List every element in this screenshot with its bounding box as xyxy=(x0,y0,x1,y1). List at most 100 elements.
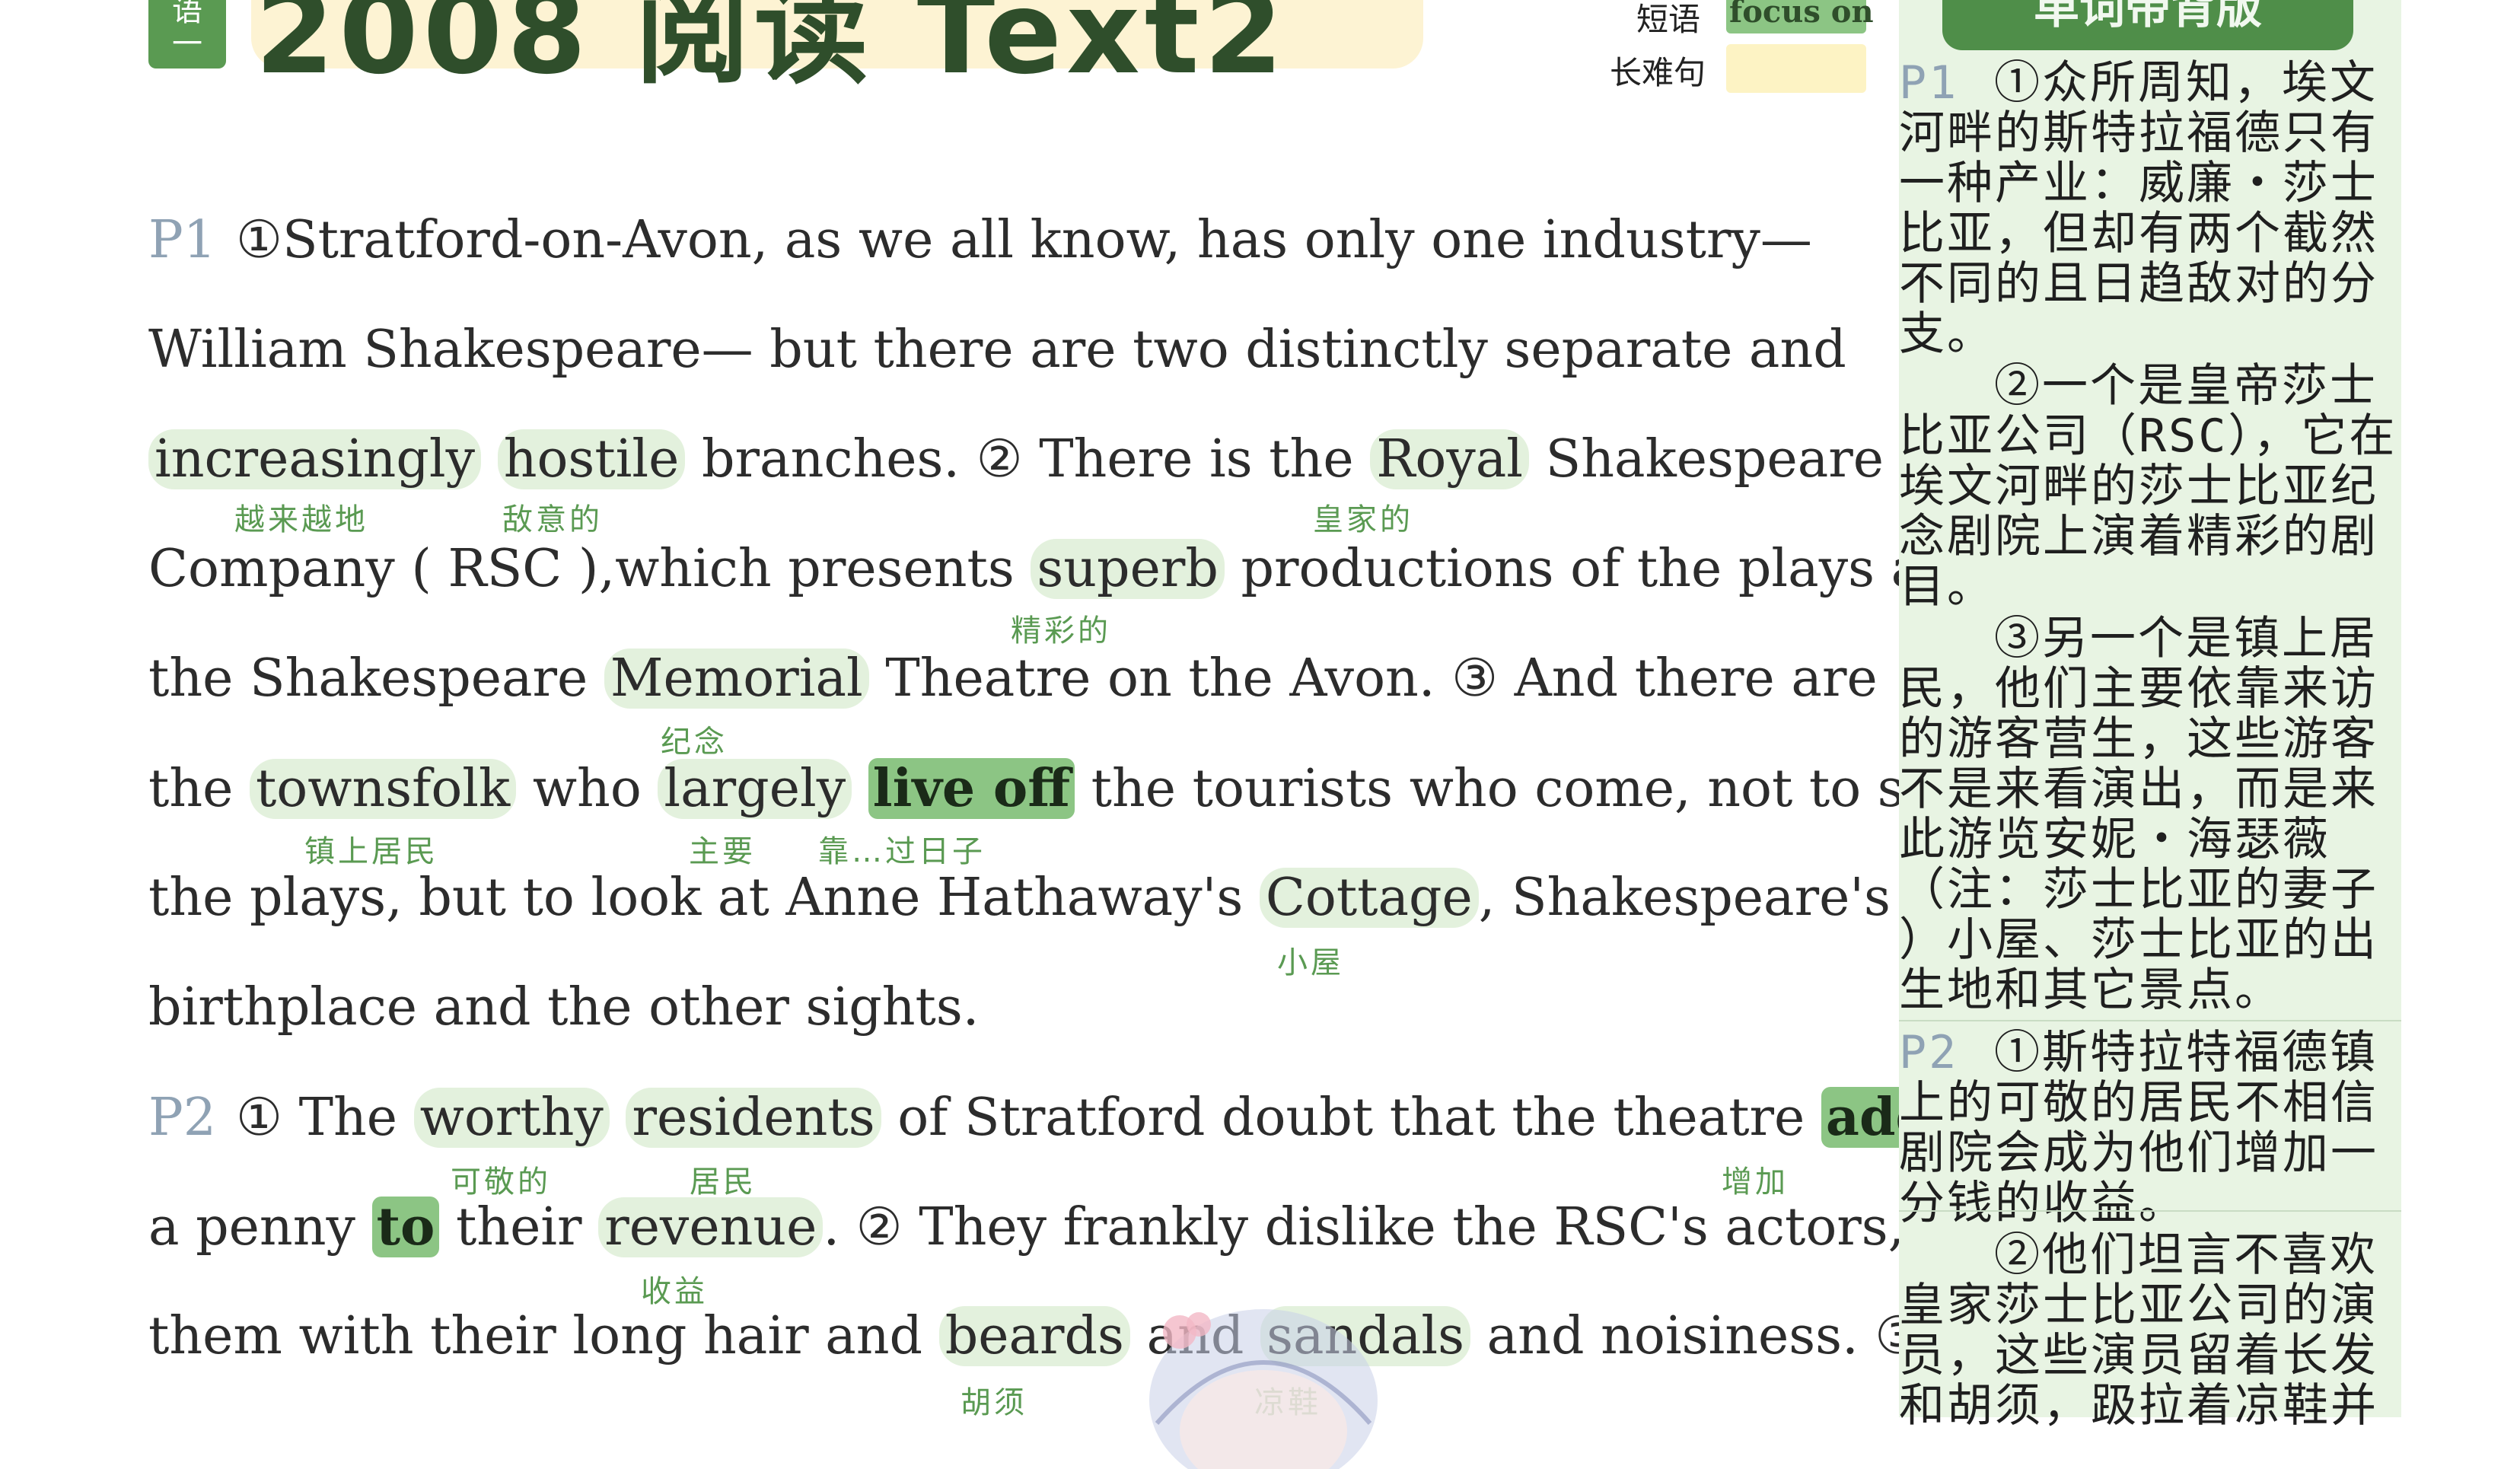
translation-line: 剧院会成为他们增加一 xyxy=(1899,1126,2378,1180)
phrase-live-off[interactable]: live off xyxy=(868,758,1075,819)
legend-phrase-example: focus on xyxy=(1729,0,1874,30)
translation-line: ①斯特拉特福德镇 xyxy=(1994,1026,2378,1079)
vocab-townsfolk[interactable]: townsfolk xyxy=(249,759,517,819)
note-adds: 增加 xyxy=(1722,1165,1789,1200)
legend-phrase-swatch: focus on xyxy=(1726,0,1874,33)
text-run: the plays, but to look at Anne Hathaway'… xyxy=(148,868,1260,928)
translation-line: 念剧院上演着精彩的剧 xyxy=(1899,510,2378,563)
vocab-hostile[interactable]: hostile xyxy=(497,429,686,489)
text-run: the tourists who come, not to see xyxy=(1075,759,1966,819)
paragraph-label-p1: P1 xyxy=(148,210,217,270)
note-worthy: 可敬的 xyxy=(451,1165,551,1200)
translation-line: ）小屋、莎士比亚的出 xyxy=(1899,913,2378,967)
note-residents: 居民 xyxy=(690,1165,757,1200)
vocab-largely[interactable]: largely xyxy=(658,759,852,819)
translation-line: ①众所周知，埃文 xyxy=(1994,56,2378,110)
note-largely: 主要 xyxy=(689,834,756,869)
text-line-5: the Shakespeare Memorial Theatre on the … xyxy=(148,648,1878,709)
translation-line: 上的可敬的居民不相信 xyxy=(1899,1076,2378,1130)
translation-line: 生地和其它景点。 xyxy=(1899,964,2283,1017)
text-run: ① The xyxy=(236,1088,414,1148)
text-run: them with their long hair and xyxy=(148,1306,939,1366)
vocab-increasingly[interactable]: increasingly xyxy=(148,429,482,489)
text-line-3: increasingly hostile branches. ② There i… xyxy=(148,429,1884,490)
text-run: , Shakespeare's xyxy=(1478,868,1891,928)
page-title: 2008 阅读 Text2 xyxy=(255,0,1288,100)
text-line-2: William Shakespeare— but there are two d… xyxy=(148,320,1846,380)
text-run: a penny xyxy=(148,1197,372,1257)
vocab-worthy[interactable]: worthy xyxy=(413,1088,610,1148)
sentence-divider xyxy=(1899,1210,2401,1212)
text-run: branches. ② There is the xyxy=(685,429,1371,489)
text-run: productions of the plays at xyxy=(1224,539,1943,599)
vocab-memorial[interactable]: Memorial xyxy=(604,648,869,709)
translation-p1-label: P1 xyxy=(1899,56,1959,110)
vocab-superb[interactable]: superb xyxy=(1031,539,1225,599)
note-beards: 胡须 xyxy=(961,1385,1027,1420)
text-run: . ② They frankly dislike the RSC's actor… xyxy=(823,1197,1905,1257)
text-line-6: the townsfolk who largely live off the t… xyxy=(148,758,1965,820)
translation-line: 分钱的收益。 xyxy=(1899,1177,2187,1230)
translation-line: 埃文河畔的莎士比亚纪 xyxy=(1899,460,2378,513)
vocab-version-button[interactable]: 单词带背版 xyxy=(1942,0,2353,50)
translation-line: 民，他们主要依靠来访 xyxy=(1899,662,2378,715)
translation-line: 一种产业：威廉・莎士 xyxy=(1899,157,2378,210)
note-royal: 皇家的 xyxy=(1313,502,1413,537)
text-line-11: them with their long hair and beards and… xyxy=(148,1306,1921,1367)
note-cottage: 小屋 xyxy=(1277,945,1344,980)
paragraph-divider xyxy=(1899,1020,2401,1021)
text-run: who xyxy=(516,759,658,819)
text-run: and noisiness. ③ xyxy=(1470,1306,1922,1366)
section-tag: 语 一 xyxy=(148,0,226,69)
translation-line: 比亚公司（RSC），它在 xyxy=(1899,409,2397,463)
translation-line: 皇家莎士比亚公司的演 xyxy=(1899,1279,2378,1332)
text-run: of Stratford doubt that the theatre xyxy=(881,1088,1821,1148)
translation-line: ②一个是皇帝莎士 xyxy=(1994,359,2378,413)
translation-line: ③另一个是镇上居 xyxy=(1994,612,2378,665)
note-increasingly: 越来越地 xyxy=(234,502,368,537)
legend-sentence-label: 长难句 xyxy=(1610,54,1706,91)
text-line-10: a penny to their revenue. ② They frankly… xyxy=(148,1197,1904,1258)
vocab-royal[interactable]: Royal xyxy=(1370,429,1530,489)
note-memorial: 纪念 xyxy=(661,725,728,760)
text-run: ①Stratford-on-Avon, as we all know, has … xyxy=(236,210,1812,270)
text-run: the Shakespeare xyxy=(148,648,604,709)
text-run: the xyxy=(148,759,250,819)
note-superb: 精彩的 xyxy=(1011,613,1111,648)
phrase-adds-to-part2[interactable]: to xyxy=(371,1197,440,1257)
translation-line: ②他们坦言不喜欢 xyxy=(1994,1228,2378,1282)
text-run: their xyxy=(439,1197,599,1257)
section-tag-label: 语 一 xyxy=(172,0,202,62)
translation-line: 不同的且日趋敌对的分 xyxy=(1899,257,2378,311)
translation-line: 支。 xyxy=(1899,308,1995,361)
translation-line: 不是来看演出，而是来 xyxy=(1899,763,2378,816)
text-run: Theatre on the Avon. ③ And there are xyxy=(868,648,1878,709)
text-line-8: birthplace and the other sights. xyxy=(148,977,980,1037)
vocab-residents[interactable]: residents xyxy=(626,1088,881,1148)
translation-line: 比亚，但却有两个截然 xyxy=(1899,207,2378,260)
note-live-off: 靠…过日子 xyxy=(818,834,986,869)
mascot-illustration xyxy=(1149,1309,1378,1469)
translation-line: 员，这些演员留着长发 xyxy=(1899,1329,2378,1382)
translation-line: 和胡须，趿拉着凉鞋并 xyxy=(1899,1379,2378,1432)
note-hostile: 敌意的 xyxy=(502,502,603,537)
text-line-4: Company ( RSC ),which presents superb pr… xyxy=(148,539,1943,600)
legend-sentence-swatch xyxy=(1726,44,1866,93)
text-line-1: P1 ①Stratford-on-Avon, as we all know, ha… xyxy=(148,210,1812,271)
translation-p2-label: P2 xyxy=(1899,1026,1959,1079)
translation-line: 此游览安妮・海瑟薇 xyxy=(1899,813,2330,866)
translation-line: 目。 xyxy=(1899,560,1995,613)
translation-line: 河畔的斯特拉福德只有 xyxy=(1899,107,2378,160)
text-run: Shakespeare xyxy=(1529,429,1884,489)
legend-phrase-label: 短语 xyxy=(1636,1,1701,38)
vocab-beards[interactable]: beards xyxy=(938,1306,1130,1366)
translation-line: 的游客营生，这些游客 xyxy=(1899,712,2378,766)
text-line-7: the plays, but to look at Anne Hathaway'… xyxy=(148,868,1891,929)
vocab-revenue[interactable]: revenue xyxy=(598,1197,824,1257)
note-revenue: 收益 xyxy=(641,1274,708,1309)
translation-line: （注：莎士比亚的妻子 xyxy=(1899,863,2378,916)
vocab-cottage[interactable]: Cottage xyxy=(1259,868,1479,928)
paragraph-label-p2: P2 xyxy=(148,1088,217,1148)
text-run: Company ( RSC ),which presents xyxy=(148,539,1031,599)
note-townsfolk: 镇上居民 xyxy=(304,834,438,869)
